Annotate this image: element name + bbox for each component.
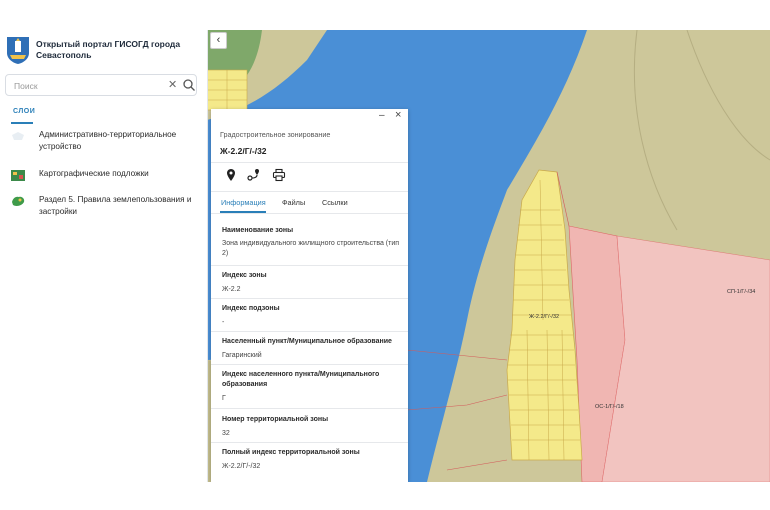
divider (211, 442, 408, 443)
zone-label-os: ОС-1/Г/-/18 (595, 404, 624, 410)
field-value-zone-index: Ж-2.2 (222, 286, 241, 293)
portal-title: Открытый портал ГИСОГД города Севастопол… (36, 39, 181, 60)
layer-item-label: Административно-территориальное устройст… (39, 130, 177, 151)
field-value-full-index: Ж-2.2/Г/-/32 (222, 463, 261, 470)
divider (211, 191, 408, 192)
divider (211, 162, 408, 163)
field-value-subzone-index: - (222, 319, 225, 326)
field-label-settlement: Населенный пункт/Муниципальное образован… (222, 338, 392, 345)
divider (211, 408, 408, 409)
field-value-zone-name: Зона индивидуального жилищного строитель… (222, 240, 400, 257)
feature-title: Ж-2.2/Г/-/32 (220, 146, 267, 156)
field-label-full-index: Полный индекс территориальной зоны (222, 449, 360, 456)
field-label-zone-name: Наименование зоны (222, 227, 294, 234)
field-value-settlement-index: Г (222, 395, 226, 402)
tab-layers[interactable]: СЛОИ (13, 108, 35, 115)
sidebar: Открытый портал ГИСОГД города Севастопол… (0, 30, 208, 482)
zoning-rules-icon (12, 196, 25, 206)
field-label-zone-index: Индекс зоны (222, 272, 267, 279)
city-emblem-icon (7, 37, 29, 64)
clear-icon[interactable]: ✕ (168, 78, 177, 92)
search-icon[interactable] (182, 78, 196, 92)
divider (211, 213, 408, 214)
close-icon[interactable]: × (395, 109, 401, 121)
layer-item-label: Раздел 5. Правила землепользования и зас… (39, 195, 192, 216)
layer-item-label: Картографические подложки (39, 169, 149, 178)
feature-layer-name: Градостроительное зонирование (220, 130, 331, 139)
search-box[interactable]: ✕ (5, 74, 197, 96)
zone-label-main: Ж-2.2/Г/-/32 (529, 314, 560, 320)
route-icon[interactable] (247, 168, 261, 182)
divider (211, 331, 408, 332)
feature-info-panel: – × Градостроительное зонирование Ж-2.2/… (211, 109, 408, 482)
collapse-sidebar-button[interactable]: ‹ (210, 32, 227, 49)
divider (211, 265, 408, 266)
zone-blocks-left (206, 69, 248, 111)
field-value-zone-number: 32 (222, 430, 230, 437)
minimize-icon[interactable]: – (379, 110, 385, 121)
zone-pink-right (601, 235, 770, 482)
app-window: Ж-2.2/Г/-/32 СП-1/Г/-/34 ОС-1/Г/-/18 ‹ О… (0, 30, 770, 482)
divider (211, 364, 408, 365)
admin-territory-icon (12, 132, 24, 140)
zone-label-sp: СП-1/Г/-/34 (727, 289, 756, 295)
tab-information[interactable]: Информация (221, 198, 266, 207)
tab-links[interactable]: Ссылки (322, 198, 348, 207)
field-label-settlement-index: Индекс населенного пункта/Муниципального… (222, 371, 380, 388)
location-pin-icon[interactable] (224, 168, 238, 182)
tab-layers-indicator (11, 122, 33, 124)
map-basemap-icon (11, 170, 25, 181)
print-icon[interactable] (272, 168, 286, 182)
divider (211, 298, 408, 299)
field-label-zone-number: Номер территориальной зоны (222, 416, 329, 423)
search-input[interactable] (12, 77, 166, 95)
field-value-settlement: Гагаринский (222, 352, 262, 359)
tab-files[interactable]: Файлы (282, 198, 305, 207)
field-label-subzone-index: Индекс подзоны (222, 305, 280, 312)
